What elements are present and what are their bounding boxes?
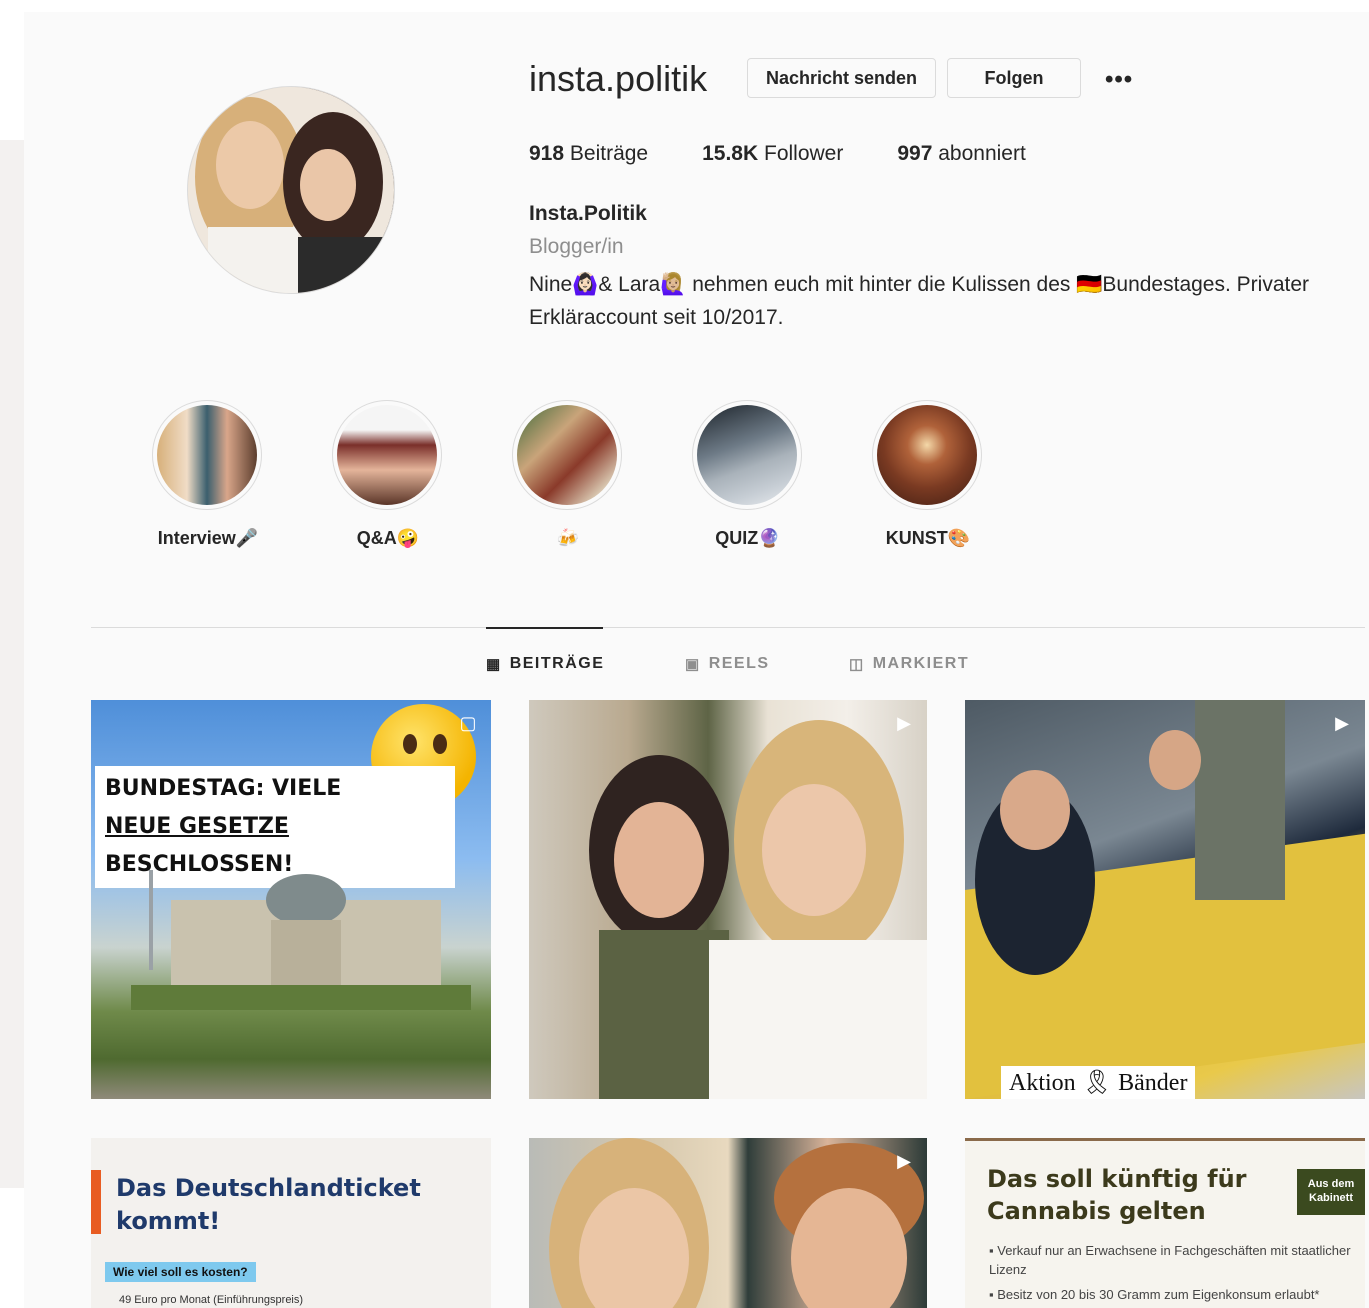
profile-category: Blogger/in xyxy=(529,235,624,258)
highlight-label: QUIZ🔮 xyxy=(715,528,781,548)
profile-full-name: Insta.Politik xyxy=(529,202,647,225)
profile-username: insta.politik xyxy=(529,58,708,99)
reel-icon: ▶ xyxy=(897,1151,911,1171)
tab-reels[interactable]: ▣ REELS xyxy=(685,655,770,673)
highlight-image xyxy=(157,405,257,505)
tab-tagged-label: MARKIERT xyxy=(872,655,970,672)
post-tile[interactable]: ▶ xyxy=(529,700,927,1099)
send-message-button[interactable]: Nachricht senden xyxy=(747,58,936,98)
tab-posts[interactable]: ▦ BEITRÄGE xyxy=(486,655,604,673)
top-strip xyxy=(24,0,1369,12)
post-tile[interactable]: Das soll künftig für Cannabis gelten Aus… xyxy=(965,1138,1365,1308)
post-headline-underlined: NEUE GESETZE xyxy=(105,814,289,839)
post-caption: Aktion 🎗 Bänder xyxy=(1001,1066,1196,1099)
followers-label: Follower xyxy=(764,142,844,165)
highlight-label: 🍻 xyxy=(556,528,580,548)
highlight-label: Q&A🤪 xyxy=(356,528,420,548)
post-tile[interactable]: ▶ Aktion 🎗 Bänder xyxy=(965,700,1365,1099)
profile-avatar[interactable] xyxy=(187,86,395,294)
highlight-image xyxy=(337,405,437,505)
side-panel xyxy=(0,140,24,1188)
more-options-icon[interactable]: ••• xyxy=(1105,66,1133,94)
highlight-label: KUNST🎨 xyxy=(885,528,971,548)
highlight-label: Interview🎤 xyxy=(157,528,259,548)
followers-count: 15.8K xyxy=(702,142,759,165)
follow-button[interactable]: Folgen xyxy=(947,58,1081,98)
highlight-quiz[interactable]: QUIZ🔮 xyxy=(692,400,804,549)
tagged-icon: ◫ xyxy=(849,656,865,673)
post-list-item-text: Verkauf nur an Erwachsene in Fachgeschäf… xyxy=(989,1243,1351,1277)
multi-image-icon: ▢ xyxy=(459,713,477,733)
post-badge-label: Wie viel soll es kosten? xyxy=(105,1262,256,1282)
highlight-ring xyxy=(332,400,442,510)
highlight-ring xyxy=(152,400,262,510)
post-headline-line1: BUNDESTAG: VIELE xyxy=(105,776,342,801)
followers-stat[interactable]: 15.8K Follower xyxy=(702,142,843,166)
highlight-image xyxy=(877,405,977,505)
emoji-eye xyxy=(403,734,417,754)
following-label: abonniert xyxy=(938,142,1026,165)
posts-count: 918 xyxy=(529,142,565,165)
grid-icon: ▦ xyxy=(486,656,502,673)
tab-posts-label: BEITRÄGE xyxy=(509,655,605,672)
reel-icon: ▶ xyxy=(897,713,911,733)
tabs-divider xyxy=(91,627,1365,628)
tab-tagged[interactable]: ◫ MARKIERT xyxy=(849,655,969,673)
highlight-drinks[interactable]: 🍻 xyxy=(512,400,624,549)
post-title: Das Deutschlandticket kommt! xyxy=(116,1174,421,1235)
post-title: Das soll künftig für Cannabis gelten xyxy=(987,1165,1247,1225)
emoji-eye xyxy=(433,734,447,754)
highlight-qa[interactable]: Q&A🤪 xyxy=(332,400,444,549)
reichstag-illustration xyxy=(131,870,471,1010)
highlight-image xyxy=(517,405,617,505)
highlight-kunst[interactable]: KUNST🎨 xyxy=(872,400,984,549)
post-tile[interactable]: ▶ xyxy=(529,1138,927,1308)
post-tag: Aus dem Kabinett xyxy=(1297,1169,1365,1215)
post-list-item: ▪ Verkauf nur an Erwachsene in Fachgesch… xyxy=(989,1243,1351,1277)
active-tab-indicator xyxy=(486,627,603,629)
reels-icon: ▣ xyxy=(685,656,701,673)
following-stat[interactable]: 997 abonniert xyxy=(897,142,1025,166)
following-count: 997 xyxy=(897,142,933,165)
post-list-item-text: Besitz von 20 bis 30 Gramm zum Eigenkons… xyxy=(997,1287,1320,1302)
post-tile[interactable]: BUNDESTAG: VIELE NEUE GESETZE BESCHLOSSE… xyxy=(91,700,491,1099)
profile-bio: Nine🙆🏻‍♀️& Lara🙋🏼‍♀️ nehmen euch mit hin… xyxy=(529,273,1310,329)
highlight-interview[interactable]: Interview🎤 xyxy=(152,400,264,549)
posts-label: Beiträge xyxy=(569,142,649,165)
post-image xyxy=(589,720,927,1099)
avatar-image xyxy=(188,87,394,293)
highlight-ring xyxy=(872,400,982,510)
post-image xyxy=(965,700,1365,1099)
post-list: ▪ Verkauf nur an Erwachsene in Fachgesch… xyxy=(989,1241,1365,1308)
profile-stats: 918 Beiträge 15.8K Follower 997 abonnier… xyxy=(529,142,1080,166)
highlight-image xyxy=(697,405,797,505)
post-tile[interactable]: Das Deutschlandticket kommt! Wie viel so… xyxy=(91,1138,491,1308)
accent-bar xyxy=(91,1170,101,1234)
highlight-ring xyxy=(692,400,802,510)
highlight-ring xyxy=(512,400,622,510)
post-image xyxy=(549,1138,924,1308)
reel-icon: ▶ xyxy=(1335,713,1349,733)
tab-reels-label: REELS xyxy=(708,655,770,672)
posts-stat: 918 Beiträge xyxy=(529,142,648,166)
post-list-item: ▪ Besitz von 20 bis 30 Gramm zum Eigenko… xyxy=(989,1287,1320,1302)
post-list-item: 49 Euro pro Monat (Einführungspreis) xyxy=(119,1294,304,1306)
